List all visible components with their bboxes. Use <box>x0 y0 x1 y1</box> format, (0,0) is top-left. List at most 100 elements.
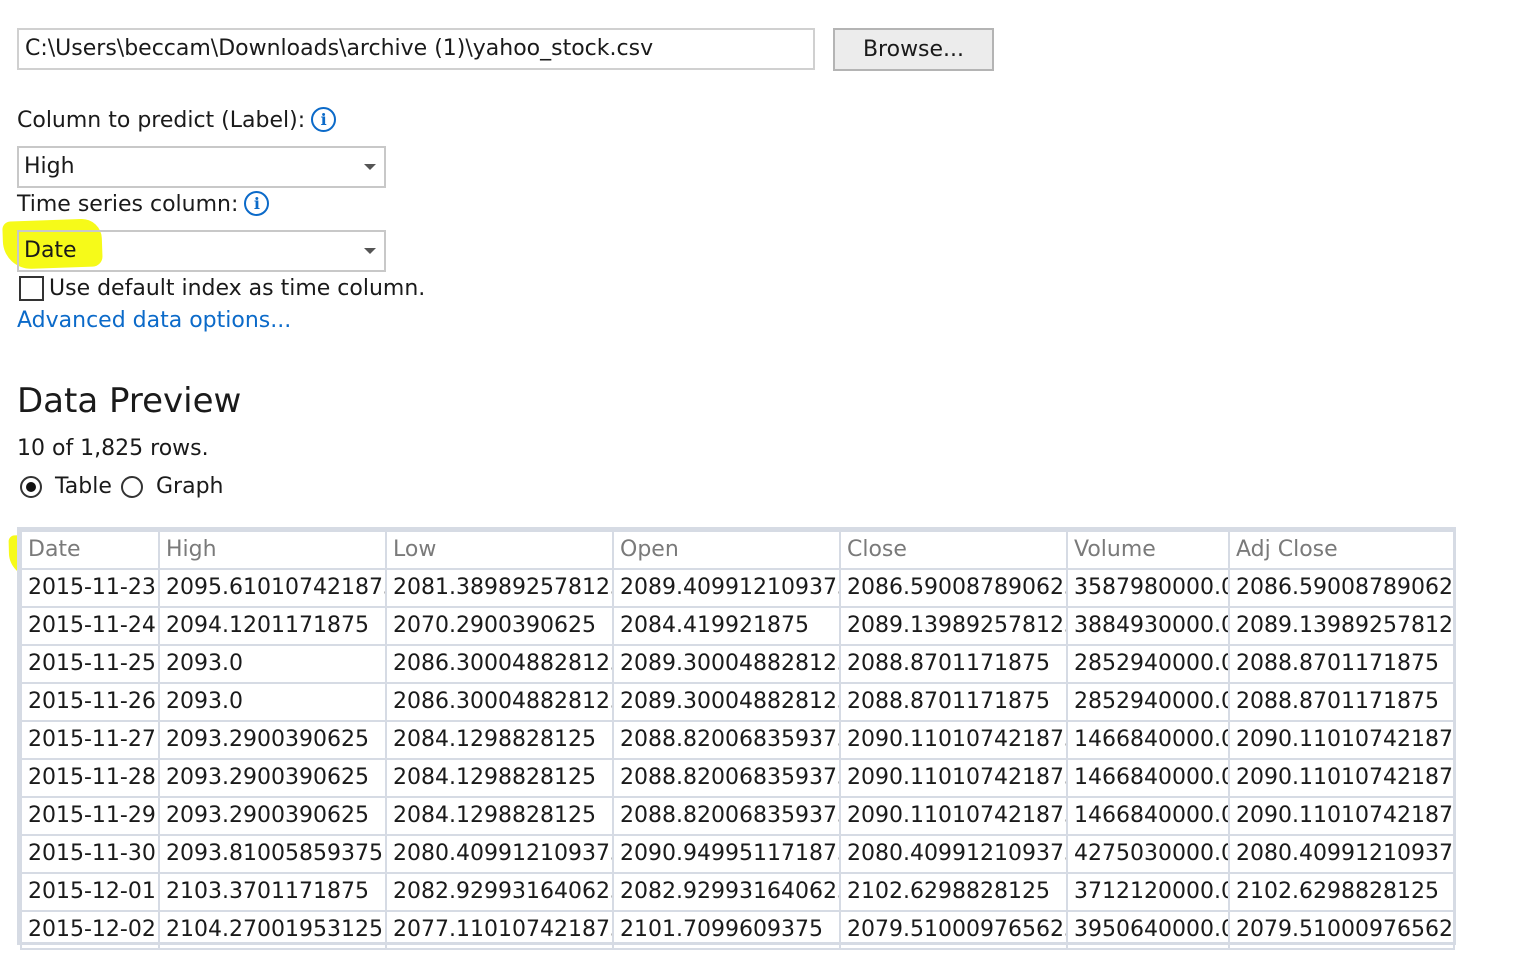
table-cell: 2015-12-01 <box>20 872 160 912</box>
table-cell: 2090.949951171875 <box>612 834 841 874</box>
column-header[interactable]: High <box>158 530 387 570</box>
table-cell: 2090.110107421875 <box>1228 796 1455 836</box>
table-cell: 2082.929931640625 <box>612 872 841 912</box>
table-cell: 2088.8701171875 <box>1228 682 1455 722</box>
table-cell: 2089.139892578125 <box>839 606 1068 646</box>
table-cell: 3712120000.0 <box>1066 872 1230 912</box>
table-cell: 2090.110107421875 <box>839 720 1068 760</box>
table-cell: 2086.590087890625 <box>1228 568 1455 608</box>
table-cell: 2015-11-24 <box>20 606 160 646</box>
table-cell: 2015-11-28 <box>20 758 160 798</box>
chevron-down-icon <box>364 164 376 170</box>
table-cell: 2088.820068359375 <box>612 720 841 760</box>
table-cell: 2015-11-30 <box>20 834 160 874</box>
table-cell: 2095.610107421875 <box>158 568 387 608</box>
table-cell: 2086.590087890625 <box>839 568 1068 608</box>
table-cell: 2104.27001953125 <box>158 910 387 950</box>
table-cell: 2079.510009765625 <box>1228 910 1455 950</box>
table-cell: 2015-11-26 <box>20 682 160 722</box>
table-cell: 2084.419921875 <box>612 606 841 646</box>
table-cell: 3587980000.0 <box>1066 568 1230 608</box>
table-cell: 2015-12-02 <box>20 910 160 950</box>
table-cell: 2101.7099609375 <box>612 910 841 950</box>
table-cell: 2089.300048828125 <box>612 644 841 684</box>
table-cell: 2089.409912109375 <box>612 568 841 608</box>
table-cell: 2102.6298828125 <box>839 872 1068 912</box>
info-icon[interactable]: i <box>311 107 337 132</box>
default-index-checkbox[interactable] <box>19 276 44 301</box>
table-cell: 4275030000.0 <box>1066 834 1230 874</box>
table-cell: 2088.8701171875 <box>839 644 1068 684</box>
column-header[interactable]: Close <box>839 530 1068 570</box>
browse-button[interactable]: Browse... <box>833 28 994 71</box>
table-cell: 3950640000.0 <box>1066 910 1230 950</box>
table-body: 2015-11-23 2095.610107421875 2081.38989257… <box>20 568 1455 950</box>
table-cell: 2086.300048828125 <box>385 682 614 722</box>
label-column-caption: Column to predict (Label): i <box>17 107 337 133</box>
table-view-label: Table <box>55 474 112 499</box>
table-cell: 2088.8701171875 <box>1228 644 1455 684</box>
time-series-dropdown[interactable]: Date <box>17 230 386 272</box>
data-table: Date High Low Open Close Volume Adj Close 2015… <box>20 530 1455 950</box>
advanced-data-options-link[interactable]: Advanced data options... <box>17 308 291 333</box>
time-series-caption: Time series column: i <box>17 191 270 217</box>
label-column-value: High <box>24 154 75 179</box>
table-cell: 2090.110107421875 <box>1228 758 1455 798</box>
label-column-dropdown[interactable]: High <box>17 146 386 188</box>
table-cell: 2093.2900390625 <box>158 720 387 760</box>
table-header-row: Date High Low Open Close Volume Adj Close <box>20 530 1455 570</box>
column-header[interactable]: Adj Close <box>1228 530 1455 570</box>
table-row: 2015-11-30 2093.81005859375 2080.409912109… <box>20 834 1455 874</box>
table-cell: 1466840000.0 <box>1066 758 1230 798</box>
table-cell: 2093.0 <box>158 682 387 722</box>
table-cell: 2094.1201171875 <box>158 606 387 646</box>
table-row: 2015-11-25 2093.0 2086.300048828125 2089.30… <box>20 644 1455 684</box>
table-row: 2015-12-01 2103.3701171875 2082.9299316406… <box>20 872 1455 912</box>
table-cell: 2015-11-25 <box>20 644 160 684</box>
info-icon[interactable]: i <box>244 191 270 216</box>
table-cell: 2852940000.0 <box>1066 682 1230 722</box>
row-count: 10 of 1,825 rows. <box>17 436 209 461</box>
column-header[interactable]: Volume <box>1066 530 1230 570</box>
table-cell: 2090.110107421875 <box>839 758 1068 798</box>
table-row: 2015-12-02 2104.27001953125 2077.110107421… <box>20 910 1455 950</box>
time-series-caption-text: Time series column: <box>17 192 239 217</box>
table-cell: 2088.820068359375 <box>612 758 841 798</box>
radio-selected-dot <box>26 482 36 492</box>
table-cell: 2015-11-29 <box>20 796 160 836</box>
table-cell: 2093.2900390625 <box>158 796 387 836</box>
table-cell: 1466840000.0 <box>1066 720 1230 760</box>
table-cell: 2852940000.0 <box>1066 644 1230 684</box>
table-cell: 2015-11-23 <box>20 568 160 608</box>
table-cell: 2089.139892578125 <box>1228 606 1455 646</box>
table-row: 2015-11-24 2094.1201171875 2070.2900390625… <box>20 606 1455 646</box>
table-row: 2015-11-29 2093.2900390625 2084.1298828125… <box>20 796 1455 836</box>
table-cell: 2089.300048828125 <box>612 682 841 722</box>
table-cell: 2080.409912109375 <box>1228 834 1455 874</box>
column-header[interactable]: Open <box>612 530 841 570</box>
file-path-input[interactable]: C:\Users\beccam\Downloads\archive (1)\ya… <box>17 28 815 70</box>
table-cell: 2093.0 <box>158 644 387 684</box>
data-preview-grid[interactable]: Date High Low Open Close Volume Adj Close 2015… <box>17 527 1456 950</box>
table-row: 2015-11-28 2093.2900390625 2084.1298828125… <box>20 758 1455 798</box>
table-cell: 2080.409912109375 <box>839 834 1068 874</box>
table-row: 2015-11-23 2095.610107421875 2081.38989257… <box>20 568 1455 608</box>
table-cell: 2088.820068359375 <box>612 796 841 836</box>
table-cell: 2088.8701171875 <box>839 682 1068 722</box>
table-cell: 2090.110107421875 <box>839 796 1068 836</box>
table-cell: 2079.510009765625 <box>839 910 1068 950</box>
table-view-radio[interactable] <box>20 476 42 498</box>
column-header[interactable]: Low <box>385 530 614 570</box>
table-cell: 2081.389892578125 <box>385 568 614 608</box>
table-row: 2015-11-27 2093.2900390625 2084.1298828125… <box>20 720 1455 760</box>
graph-view-radio[interactable] <box>121 476 143 498</box>
table-cell: 2084.1298828125 <box>385 758 614 798</box>
table-cell: 2093.2900390625 <box>158 758 387 798</box>
table-cell: 2090.110107421875 <box>1228 720 1455 760</box>
table-cell: 1466840000.0 <box>1066 796 1230 836</box>
column-header[interactable]: Date <box>20 530 160 570</box>
table-row: 2015-11-26 2093.0 2086.300048828125 2089.30… <box>20 682 1455 722</box>
table-cell: 2103.3701171875 <box>158 872 387 912</box>
graph-view-label: Graph <box>156 474 224 499</box>
table-cell: 2077.110107421875 <box>385 910 614 950</box>
